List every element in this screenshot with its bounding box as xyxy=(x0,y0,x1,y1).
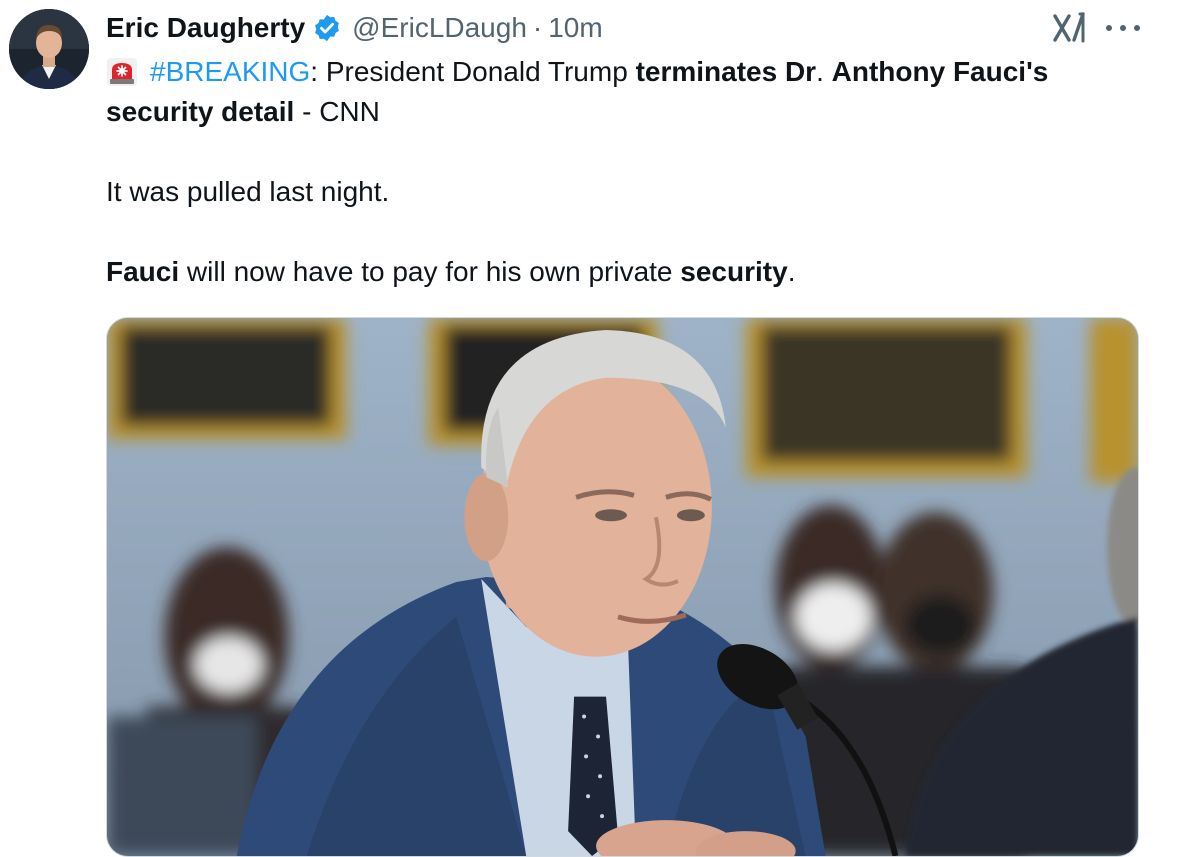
tweet-text-segment: . xyxy=(787,256,796,287)
tweet-text-segment: will now have to pay for his own private xyxy=(179,256,681,287)
tweet-bold-segment: security xyxy=(680,256,788,287)
tweet-bold-segment: Fauci xyxy=(106,256,180,287)
verified-badge-icon xyxy=(312,13,342,43)
tweet-text-segment: : President Donald Trump xyxy=(310,56,636,87)
tweet-text-segment: . xyxy=(816,56,832,87)
tweet-bold-segment: terminates Dr xyxy=(635,56,817,87)
tweet-text: #BREAKING: President Donald Trump termin… xyxy=(106,52,1146,292)
tweet[interactable]: Eric Daugherty @EricLDaugh · 10m #BREAKI… xyxy=(0,0,1179,857)
avatar[interactable] xyxy=(9,9,89,89)
tweet-line-2: It was pulled last night. xyxy=(106,176,390,207)
tweet-photo[interactable] xyxy=(106,317,1139,857)
hashtag-link[interactable]: #BREAKING xyxy=(150,56,310,87)
separator-dot: · xyxy=(532,12,543,43)
author-name[interactable]: Eric Daugherty xyxy=(106,12,305,44)
rotating-light-icon xyxy=(106,57,138,87)
grok-icon[interactable] xyxy=(1052,12,1086,44)
more-dot xyxy=(1120,25,1126,31)
tweet-header: Eric Daugherty @EricLDaugh · 10m xyxy=(106,8,1059,48)
timestamp[interactable]: 10m xyxy=(548,12,602,44)
more-options-icon[interactable] xyxy=(1106,14,1140,42)
more-dot xyxy=(1134,25,1140,31)
more-dot xyxy=(1106,25,1112,31)
tweet-line-3: Fauci will now have to pay for his own p… xyxy=(106,252,1146,292)
author-handle[interactable]: @EricLDaugh xyxy=(352,12,527,44)
tweet-text-segment: - CNN xyxy=(294,96,380,127)
tweet-line-1: #BREAKING: President Donald Trump termin… xyxy=(106,52,1146,132)
